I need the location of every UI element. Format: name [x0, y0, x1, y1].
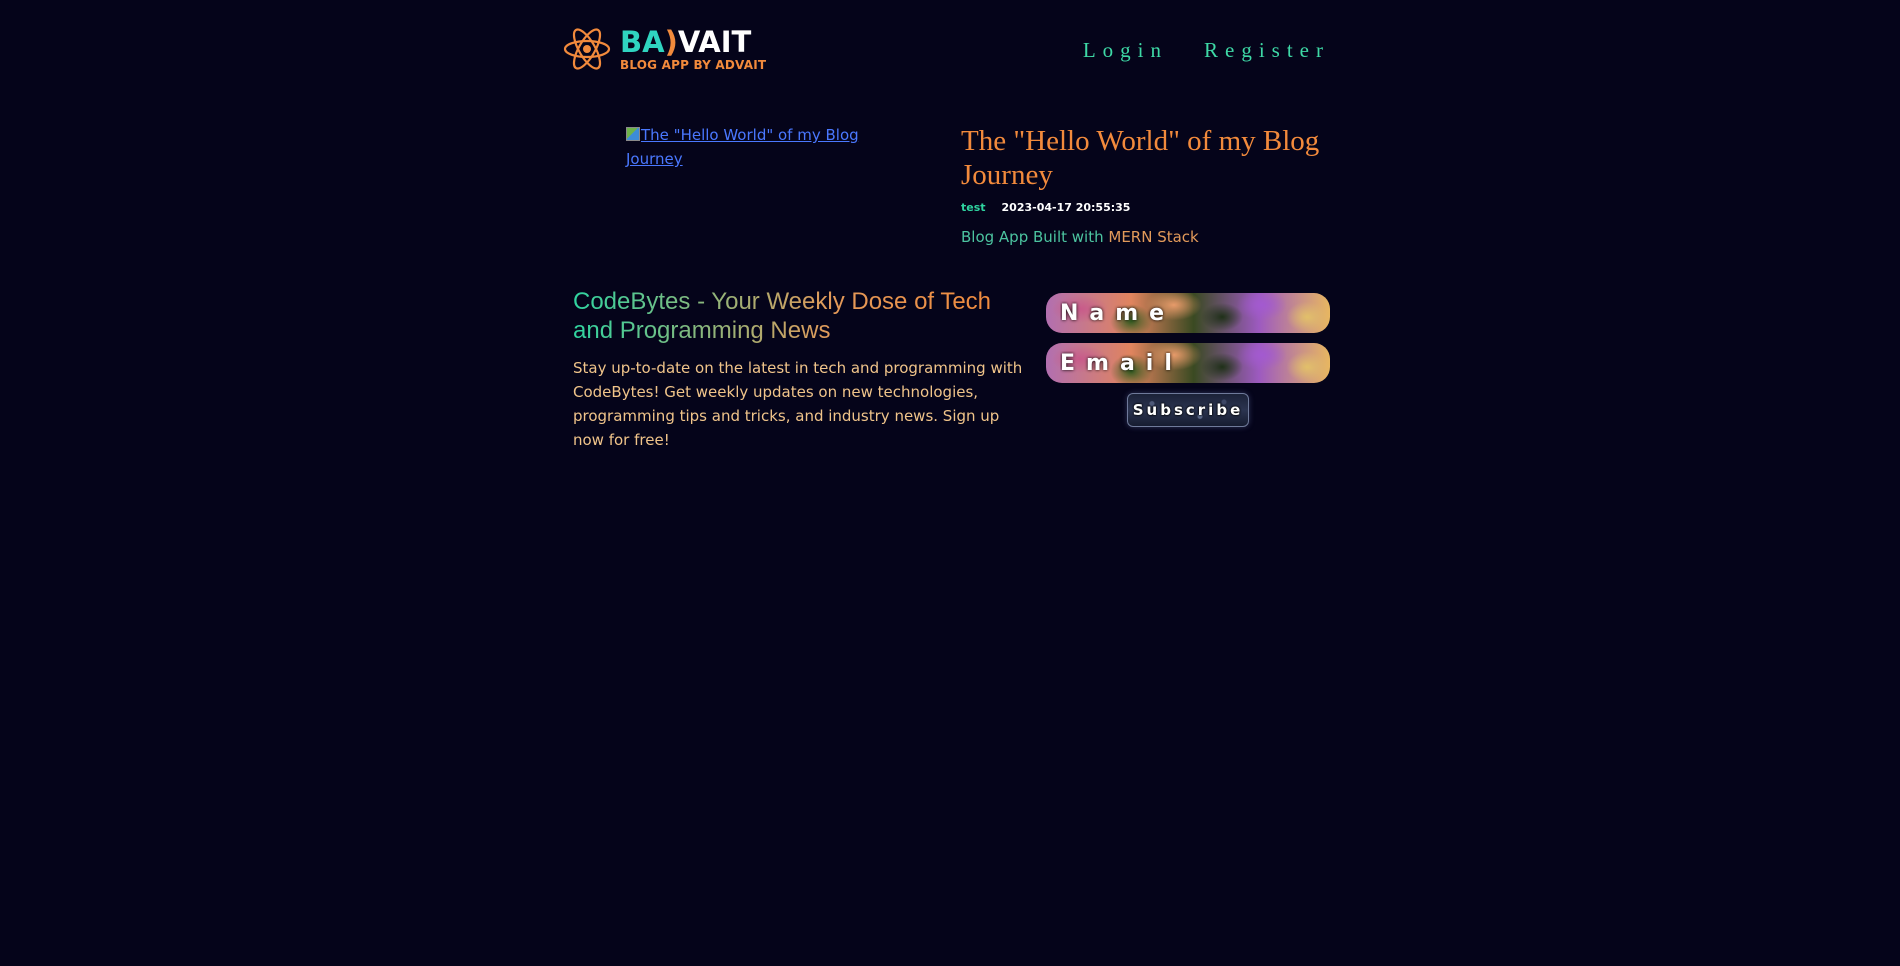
post-meta: test 2023-04-17 20:55:35	[961, 201, 1130, 214]
logo-subtitle: BLOG APP BY ADVAIT	[620, 57, 767, 72]
subscribe-button[interactable]: Subscribe	[1127, 393, 1249, 427]
post-summary-part1: Blog App Built with	[961, 228, 1109, 246]
logo-link[interactable]: BA)VAIT BLOG APP BY ADVAIT	[562, 26, 766, 72]
post-image-alt: The "Hello World" of my Blog Journey	[626, 126, 859, 168]
logo-wordmark-part2: )	[664, 24, 678, 59]
post-title[interactable]: The "Hello World" of my Blog Journey	[961, 124, 1331, 192]
broken-image-icon	[626, 127, 640, 141]
post-summary: Blog App Built with MERN Stack	[961, 228, 1199, 246]
post-summary-part2: MERN Stack	[1108, 228, 1199, 246]
page: BA)VAIT BLOG APP BY ADVAIT Login Registe…	[0, 0, 1900, 966]
atom-icon	[563, 28, 611, 70]
newsletter-text: Stay up-to-date on the latest in tech an…	[573, 359, 1023, 449]
top-nav: Login Register	[1083, 38, 1330, 63]
post-author: test	[961, 201, 986, 214]
logo-wordmark-part1: BA	[620, 24, 665, 59]
logo-wordmark-part3: VAIT	[677, 24, 752, 59]
logo-wordmark: BA)VAIT	[620, 24, 766, 59]
newsletter-form: Subscribe	[1046, 293, 1330, 427]
post-date: 2023-04-17 20:55:35	[1001, 201, 1131, 214]
name-input[interactable]	[1046, 293, 1330, 333]
login-link[interactable]: Login	[1083, 38, 1168, 63]
register-link[interactable]: Register	[1204, 38, 1330, 63]
post-image-link[interactable]: The "Hello World" of my Blog Journey	[626, 123, 866, 171]
email-input[interactable]	[1046, 343, 1330, 383]
newsletter-title: CodeBytes - Your Weekly Dose of Tech and…	[573, 287, 1003, 345]
logo-text: BA)VAIT BLOG APP BY ADVAIT	[620, 24, 767, 72]
